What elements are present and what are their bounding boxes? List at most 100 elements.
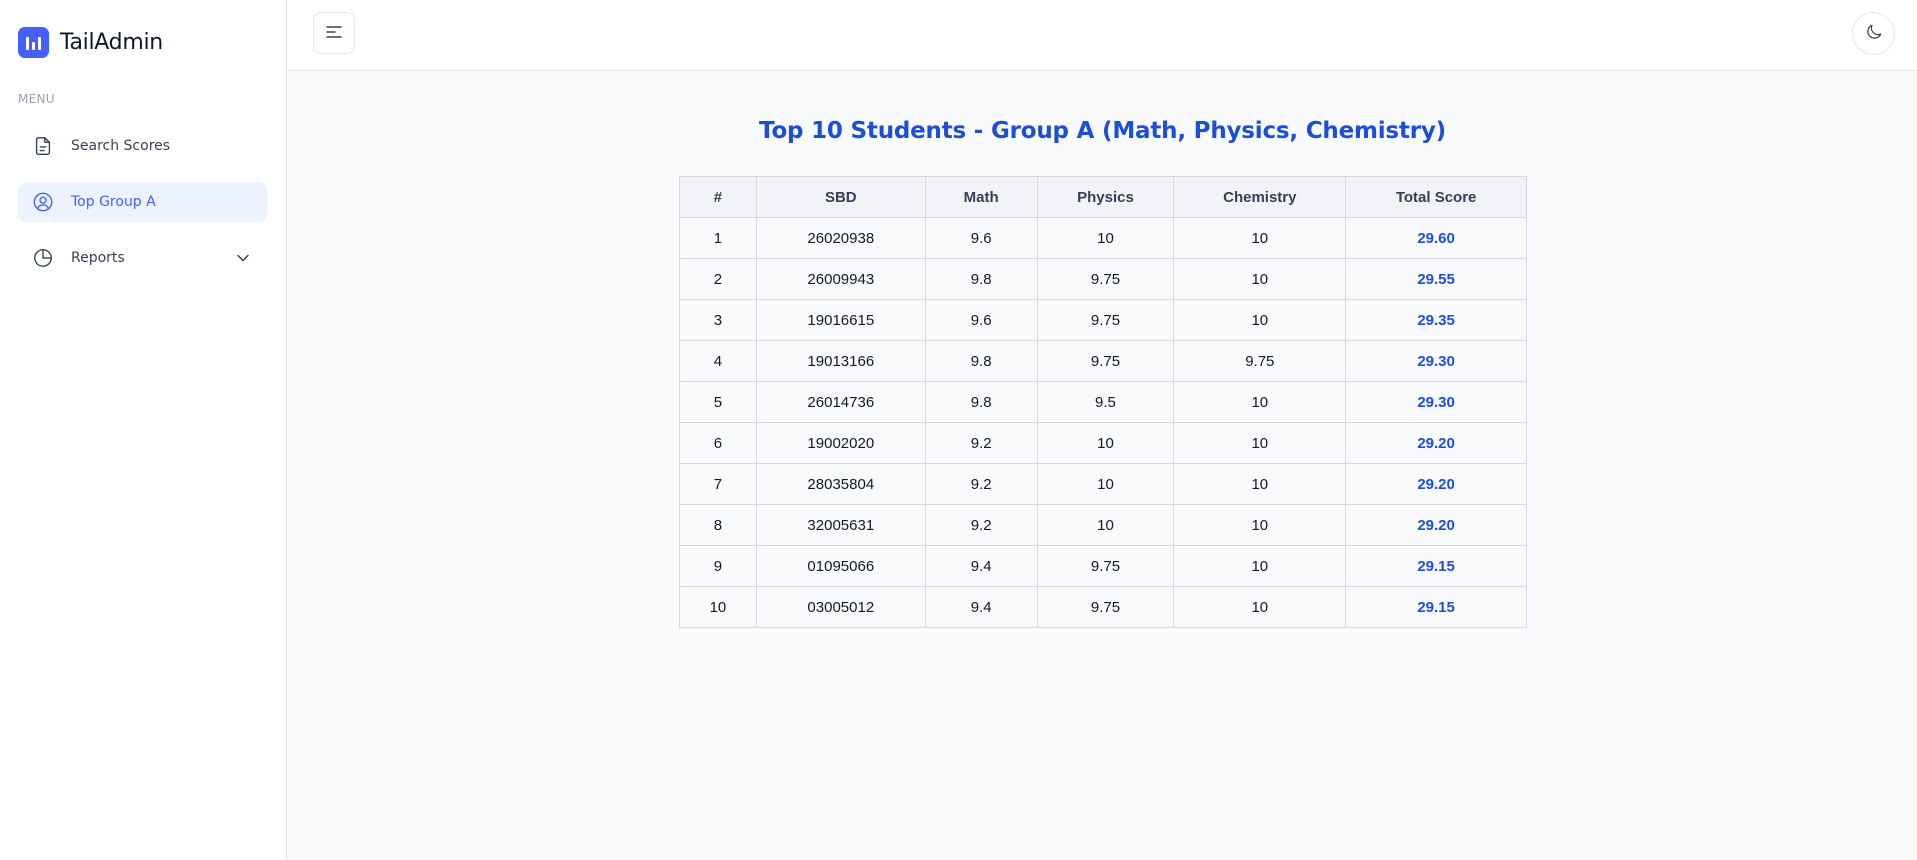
sbd-cell: 32005631 — [755, 504, 926, 546]
hamburger-icon — [326, 24, 342, 43]
table-row: 3 19016615 9.6 9.75 10 29.35 — [679, 299, 1527, 341]
sbd-cell: 26009943 — [755, 258, 926, 300]
chemistry-cell: 10 — [1173, 258, 1347, 300]
column-header-total-score: Total Score — [1345, 176, 1527, 218]
rank-cell: 9 — [679, 545, 757, 587]
chemistry-cell: 10 — [1173, 381, 1347, 423]
total-score-cell: 29.15 — [1345, 545, 1527, 587]
rank-cell: 5 — [679, 381, 757, 423]
total-score-cell: 29.30 — [1345, 340, 1527, 382]
total-score-cell: 29.60 — [1345, 217, 1527, 259]
math-cell: 9.8 — [924, 258, 1038, 300]
total-score-cell: 29.15 — [1345, 586, 1527, 628]
physics-cell: 9.5 — [1036, 381, 1175, 423]
sbd-cell: 19002020 — [755, 422, 926, 464]
sbd-cell: 19016615 — [755, 299, 926, 341]
chemistry-cell: 10 — [1173, 545, 1347, 587]
math-cell: 9.6 — [924, 217, 1038, 259]
top-students-table: # SBD Math Physics Chemistry Total Score… — [679, 176, 1527, 628]
table-row: 4 19013166 9.8 9.75 9.75 29.30 — [679, 340, 1527, 382]
total-score-cell: 29.20 — [1345, 463, 1527, 505]
table-row: 7 28035804 9.2 10 10 29.20 — [679, 463, 1527, 505]
math-cell: 9.4 — [924, 545, 1038, 587]
chemistry-cell: 9.75 — [1173, 340, 1347, 382]
chemistry-cell: 10 — [1173, 504, 1347, 546]
table-header-row: # SBD Math Physics Chemistry Total Score — [679, 176, 1527, 218]
document-icon — [31, 134, 55, 158]
moon-icon — [1864, 22, 1884, 46]
math-cell: 9.8 — [924, 340, 1038, 382]
physics-cell: 10 — [1036, 422, 1175, 464]
table-row: 2 26009943 9.8 9.75 10 29.55 — [679, 258, 1527, 300]
table-row: 6 19002020 9.2 10 10 29.20 — [679, 422, 1527, 464]
math-cell: 9.4 — [924, 586, 1038, 628]
rank-cell: 7 — [679, 463, 757, 505]
table-row: 5 26014736 9.8 9.5 10 29.30 — [679, 381, 1527, 423]
rank-cell: 1 — [679, 217, 757, 259]
physics-cell: 9.75 — [1036, 258, 1175, 300]
column-header-rank: # — [679, 176, 757, 218]
rank-cell: 3 — [679, 299, 757, 341]
sidebar-item-reports[interactable]: Reports — [18, 238, 267, 278]
total-score-cell: 29.20 — [1345, 504, 1527, 546]
sidebar-item-top-group-a[interactable]: Top Group A — [18, 182, 267, 222]
physics-cell: 9.75 — [1036, 586, 1175, 628]
table-row: 9 01095066 9.4 9.75 10 29.15 — [679, 545, 1527, 587]
total-score-cell: 29.55 — [1345, 258, 1527, 300]
math-cell: 9.2 — [924, 504, 1038, 546]
chemistry-cell: 10 — [1173, 299, 1347, 341]
math-cell: 9.2 — [924, 422, 1038, 464]
sidebar: TailAdmin MENU Search Scores Top Group A — [0, 0, 287, 860]
menu-label: MENU — [18, 92, 55, 106]
math-cell: 9.8 — [924, 381, 1038, 423]
total-score-cell: 29.30 — [1345, 381, 1527, 423]
physics-cell: 9.75 — [1036, 299, 1175, 341]
rank-cell: 6 — [679, 422, 757, 464]
sidebar-item-label: Top Group A — [71, 194, 156, 210]
sbd-cell: 01095066 — [755, 545, 926, 587]
sidebar-toggle-button[interactable] — [313, 12, 355, 54]
sidebar-item-label: Reports — [71, 250, 125, 266]
chevron-down-icon[interactable] — [233, 248, 253, 268]
sbd-cell: 19013166 — [755, 340, 926, 382]
rank-cell: 4 — [679, 340, 757, 382]
sbd-cell: 26020938 — [755, 217, 926, 259]
sbd-cell: 26014736 — [755, 381, 926, 423]
total-score-cell: 29.20 — [1345, 422, 1527, 464]
user-circle-icon — [31, 190, 55, 214]
math-cell: 9.2 — [924, 463, 1038, 505]
sidebar-item-label: Search Scores — [71, 138, 171, 154]
column-header-math: Math — [924, 176, 1038, 218]
top-header — [288, 0, 1917, 71]
chemistry-cell: 10 — [1173, 586, 1347, 628]
chemistry-cell: 10 — [1173, 217, 1347, 259]
rank-cell: 2 — [679, 258, 757, 300]
brand-logo-icon — [18, 27, 49, 58]
table-row: 1 26020938 9.6 10 10 29.60 — [679, 217, 1527, 259]
physics-cell: 10 — [1036, 463, 1175, 505]
page-title: Top 10 Students - Group A (Math, Physics… — [759, 118, 1446, 144]
rank-cell: 10 — [679, 586, 757, 628]
column-header-physics: Physics — [1036, 176, 1175, 218]
brand-name: TailAdmin — [60, 30, 163, 55]
table-row: 10 03005012 9.4 9.75 10 29.15 — [679, 586, 1527, 628]
math-cell: 9.6 — [924, 299, 1038, 341]
physics-cell: 9.75 — [1036, 340, 1175, 382]
sbd-cell: 03005012 — [755, 586, 926, 628]
table-row: 8 32005631 9.2 10 10 29.20 — [679, 504, 1527, 546]
physics-cell: 10 — [1036, 504, 1175, 546]
pie-chart-icon — [31, 246, 55, 270]
brand[interactable]: TailAdmin — [18, 27, 163, 58]
column-header-chemistry: Chemistry — [1173, 176, 1347, 218]
physics-cell: 9.75 — [1036, 545, 1175, 587]
sidebar-item-search-scores[interactable]: Search Scores — [18, 126, 267, 166]
sbd-cell: 28035804 — [755, 463, 926, 505]
table-body: 1 26020938 9.6 10 10 29.60 2 26009943 9.8 9.75 10 2… — [679, 217, 1527, 628]
column-header-sbd: SBD — [755, 176, 926, 218]
rank-cell: 8 — [679, 504, 757, 546]
chemistry-cell: 10 — [1173, 422, 1347, 464]
theme-toggle-button[interactable] — [1852, 12, 1895, 55]
physics-cell: 10 — [1036, 217, 1175, 259]
chemistry-cell: 10 — [1173, 463, 1347, 505]
total-score-cell: 29.35 — [1345, 299, 1527, 341]
